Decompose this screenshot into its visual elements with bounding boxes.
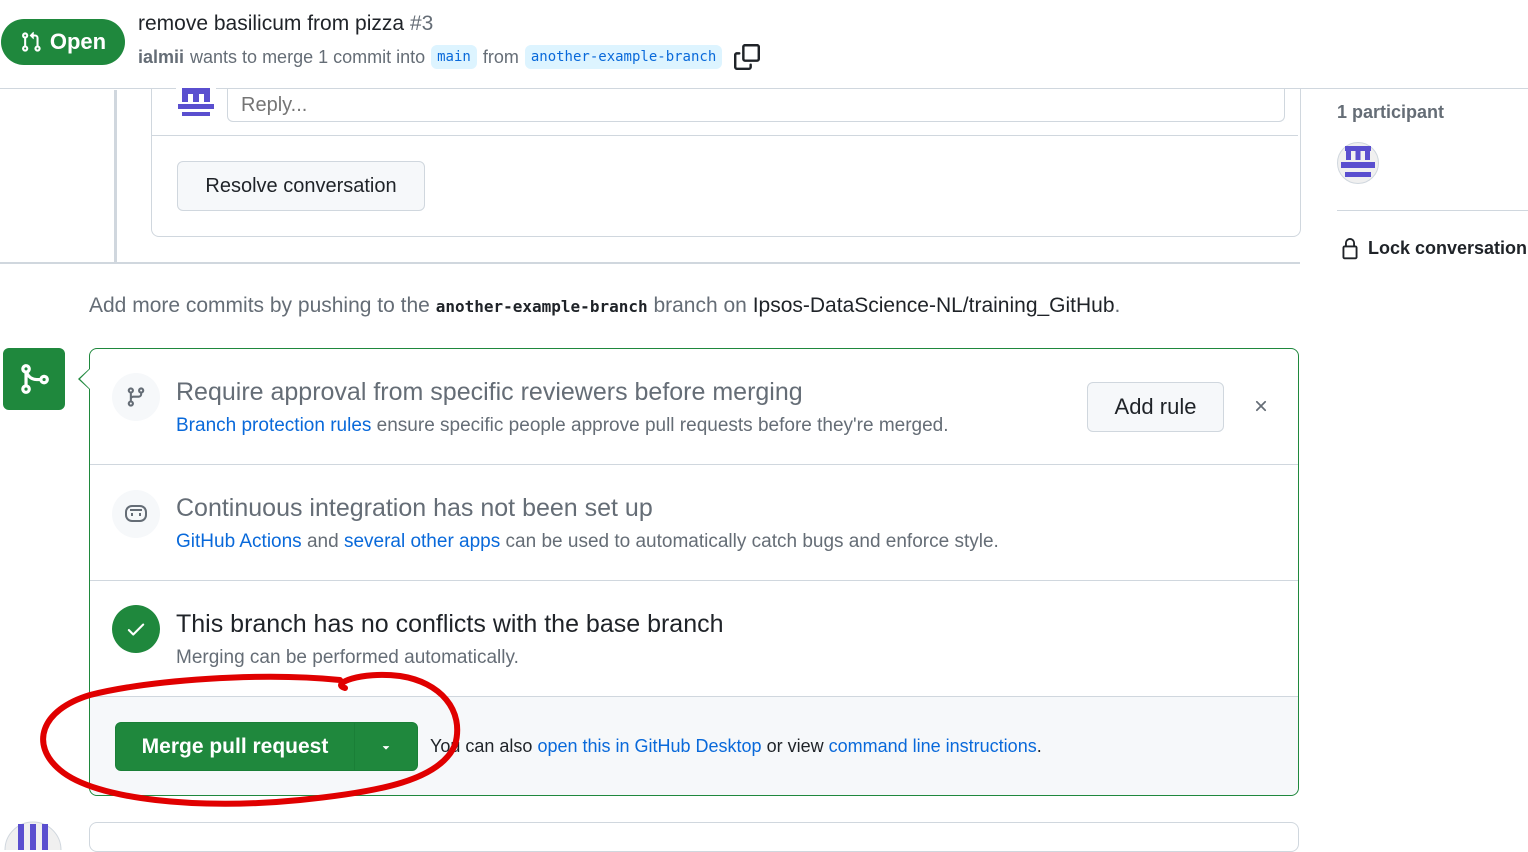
git-merge-icon: [21, 364, 49, 394]
footer-text-3: .: [1036, 736, 1042, 756]
pr-from-text: from: [482, 46, 519, 67]
commit-hint-prefix: Add more commits by pushing to the: [89, 294, 430, 317]
protection-title: Require approval from specific reviewers…: [176, 378, 803, 406]
user-avatar[interactable]: [176, 86, 216, 118]
lock-conversation-label: Lock conversation: [1368, 237, 1528, 258]
triangle-down-icon: [382, 745, 390, 750]
participants-label: 1 participant: [1337, 102, 1445, 122]
timeline-line: [114, 90, 117, 262]
github-actions-link[interactable]: GitHub Actions: [176, 531, 302, 552]
copilot-icon: [125, 505, 147, 522]
copy-icon[interactable]: [734, 44, 761, 70]
ci-desc-text: can be used to automatically catch bugs …: [505, 531, 999, 552]
protection-desc: Branch protection rules ensure specific …: [176, 415, 949, 437]
close-icon: [1255, 400, 1267, 412]
base-branch-pill[interactable]: main: [431, 45, 477, 69]
sidebar-divider: [1337, 210, 1528, 211]
participant-avatar[interactable]: [1337, 142, 1379, 184]
comment-box: [89, 822, 1299, 852]
conflicts-title: This branch has no conflicts with the ba…: [176, 610, 724, 638]
protection-desc-text: ensure specific people approve pull requ…: [376, 415, 949, 436]
merge-status-icon-box: [3, 348, 65, 410]
lock-icon: [1342, 238, 1358, 260]
git-pull-request-icon: [21, 31, 41, 52]
merge-box-pointer-inner: [80, 369, 90, 389]
commit-hint-suffix: .: [1114, 294, 1121, 317]
footer-text-2: or view: [766, 736, 824, 756]
merge-pull-request-button[interactable]: Merge pull request: [116, 723, 355, 770]
pr-state-badge: Open: [1, 19, 125, 65]
merge-method-dropdown[interactable]: [355, 723, 417, 770]
thread-divider: [152, 135, 1298, 136]
pr-number: #3: [409, 12, 434, 35]
pr-author-link[interactable]: ialmii: [138, 47, 184, 68]
head-branch-pill[interactable]: another-example-branch: [524, 45, 723, 69]
github-desktop-link[interactable]: open this in GitHub Desktop: [537, 736, 761, 756]
branch-rule-icon-wrap: [112, 373, 160, 421]
ci-desc: GitHub Actions and several other apps ca…: [176, 531, 999, 553]
check-icon-wrap: [112, 605, 160, 653]
command-line-link[interactable]: command line instructions: [829, 736, 1037, 756]
timeline-divider: [0, 262, 1300, 264]
merge-box-divider: [90, 464, 1298, 465]
merge-button-group: Merge pull request: [115, 722, 418, 771]
comment-avatar[interactable]: [4, 820, 62, 850]
merge-alternatives-text: You can also open this in GitHub Desktop…: [430, 736, 1042, 757]
merge-box-divider: [90, 580, 1298, 581]
conflicts-desc: Merging can be performed automatically.: [176, 647, 519, 668]
footer-text-1: You can also: [430, 736, 533, 756]
commit-hint-repo[interactable]: Ipsos-DataScience-NL/training_GitHub: [753, 294, 1115, 317]
ci-title: Continuous integration has not been set …: [176, 494, 653, 522]
ci-icon-wrap: [112, 490, 160, 538]
lock-conversation-link[interactable]: Lock conversation: [1340, 236, 1527, 260]
branch-protection-link[interactable]: Branch protection rules: [176, 415, 371, 436]
check-icon: [127, 623, 145, 636]
commit-hint: Add more commits by pushing to the anoth…: [89, 294, 1120, 318]
dismiss-button[interactable]: [1248, 393, 1274, 419]
resolve-conversation-button[interactable]: Resolve conversation: [177, 161, 425, 211]
pr-subtitle: ialmii wants to merge 1 commit into main…: [138, 44, 761, 70]
pr-merge-text: wants to merge 1 commit into: [190, 46, 426, 67]
commit-hint-branch: another-example-branch: [435, 297, 648, 316]
pr-title: remove basilicum from pizza #3: [138, 12, 433, 36]
commit-hint-middle: branch on: [653, 294, 747, 317]
pr-state-label: Open: [49, 29, 107, 54]
other-apps-link[interactable]: several other apps: [344, 531, 500, 552]
add-rule-button[interactable]: Add rule: [1087, 382, 1224, 432]
ci-and-text: and: [306, 531, 339, 552]
git-branch-icon: [127, 387, 145, 407]
reply-input[interactable]: [227, 89, 1285, 122]
pr-title-text: remove basilicum from pizza: [138, 12, 405, 35]
